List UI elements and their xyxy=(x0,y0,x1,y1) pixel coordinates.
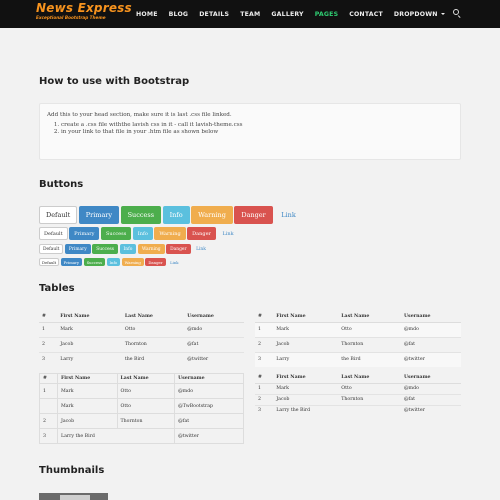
howto-box: Add this to your head section, make sure… xyxy=(39,103,461,160)
table-row: 3 Larry the Bird @twitter xyxy=(255,351,461,367)
table-header: # First Name Last Name Username xyxy=(255,312,461,323)
buttons-large-row: Default Primary Success Info Warning Danger Li… xyxy=(39,206,304,224)
danger-button[interactable]: Danger xyxy=(145,258,166,266)
buttons-small-row: Default Primary Success Info Warning Danger Li… xyxy=(39,244,211,254)
table-row: 1 Mark Otto @mdo xyxy=(39,383,244,399)
nav-details[interactable]: DETAILS xyxy=(199,11,229,18)
striped-table: # First Name Last Name Username 1 Mark Otto @m… xyxy=(255,312,461,367)
tables-title: Tables xyxy=(39,283,75,294)
table-row: 1 Mark Otto @mdo xyxy=(39,321,244,337)
table-row: 1 Mark Otto @mdo xyxy=(255,382,461,394)
main-nav: HOME BLOG DETAILS TEAM GALLERY PAGES CON… xyxy=(136,0,456,28)
success-button[interactable]: Success xyxy=(120,206,162,224)
default-button[interactable]: Default xyxy=(39,244,64,254)
default-button[interactable]: Default xyxy=(39,206,78,224)
nav-team[interactable]: TEAM xyxy=(240,11,260,18)
table-row: 2 Jacob Thornton @fat xyxy=(39,413,244,429)
buttons-medium-row: Default Primary Success Info Warning Danger Li… xyxy=(39,227,240,240)
howto-intro: Add this to your head section, make sure… xyxy=(47,112,232,118)
table-row: 2 Jacob Thornton @fat xyxy=(39,336,244,352)
warning-button[interactable]: Warning xyxy=(121,258,144,266)
condensed-table: # First Name Last Name Username 1 Mark Otto @m… xyxy=(255,373,461,416)
navbar: News Express Exceptional Bootstrap Theme… xyxy=(0,0,500,28)
bordered-table: # First Name Last Name Username 1 Mark Otto @m… xyxy=(39,373,244,444)
basic-table: # First Name Last Name Username 1 Mark Otto @m… xyxy=(39,312,244,367)
howto-title: How to use with Bootstrap xyxy=(39,76,190,87)
table-row: 1 Mark Otto @mdo xyxy=(255,321,461,337)
howto-steps: create a .css file withthe lavish css in… xyxy=(47,122,453,136)
brand-logo[interactable]: News Express Exceptional Bootstrap Theme xyxy=(36,2,132,21)
primary-button[interactable]: Primary xyxy=(69,227,100,240)
info-button[interactable]: Info xyxy=(119,244,137,254)
nav-home[interactable]: HOME xyxy=(136,11,158,18)
default-button[interactable]: Default xyxy=(39,258,60,266)
success-button[interactable]: Success xyxy=(92,244,119,254)
primary-button[interactable]: Primary xyxy=(64,244,91,254)
nav-gallery[interactable]: GALLERY xyxy=(271,11,303,18)
success-button[interactable]: Success xyxy=(100,227,132,240)
warning-button[interactable]: Warning xyxy=(137,244,165,254)
warning-button[interactable]: Warning xyxy=(191,206,233,224)
link-button[interactable]: Link xyxy=(274,206,303,224)
table-row: 2 Jacob Thornton @fat xyxy=(255,393,461,405)
table-header: # First Name Last Name Username xyxy=(255,373,461,384)
danger-button[interactable]: Danger xyxy=(166,244,191,254)
link-button[interactable]: Link xyxy=(217,227,238,240)
table-row: 3 Larry the Bird @twitter xyxy=(255,404,461,416)
brand-title: News Express xyxy=(36,1,132,15)
thumbnails-title: Thumbnails xyxy=(39,465,105,476)
nav-dropdown-label: DROPDOWN xyxy=(393,10,438,18)
default-button[interactable]: Default xyxy=(39,227,68,240)
table-header: # First Name Last Name Username xyxy=(39,312,244,323)
table-row: 3 Larry the Bird @twitter xyxy=(39,428,244,444)
info-button[interactable]: Info xyxy=(132,227,153,240)
brand-subtitle: Exceptional Bootstrap Theme xyxy=(36,15,106,20)
danger-button[interactable]: Danger xyxy=(187,227,216,240)
nav-blog[interactable]: BLOG xyxy=(169,11,189,18)
danger-button[interactable]: Danger xyxy=(234,206,273,224)
thumbnail-image-highlight xyxy=(60,495,90,500)
warning-button[interactable]: Warning xyxy=(154,227,186,240)
success-button[interactable]: Success xyxy=(83,258,106,266)
table-row: 3 Larry the Bird @twitter xyxy=(39,351,244,367)
nav-pages[interactable]: PAGES xyxy=(315,11,339,18)
info-button[interactable]: Info xyxy=(162,206,190,224)
nav-contact[interactable]: CONTACT xyxy=(349,11,383,18)
howto-step: create a .css file withthe lavish css in… xyxy=(61,122,453,128)
howto-step: in your link to that file in your .htm f… xyxy=(61,129,453,135)
buttons-xsmall-row: Default Primary Success Info Warning Danger Li… xyxy=(39,258,183,266)
search-icon[interactable] xyxy=(453,9,462,19)
table-header: # First Name Last Name Username xyxy=(39,373,244,384)
primary-button[interactable]: Primary xyxy=(78,206,120,224)
buttons-title: Buttons xyxy=(39,179,84,190)
info-button[interactable]: Info xyxy=(106,258,121,266)
table-row: Mark Otto @TwBootstrap xyxy=(39,398,244,414)
link-button[interactable]: Link xyxy=(192,244,210,254)
caret-down-icon xyxy=(440,12,445,15)
table-row: 2 Jacob Thornton @fat xyxy=(255,336,461,352)
primary-button[interactable]: Primary xyxy=(60,258,83,266)
link-button[interactable]: Link xyxy=(167,258,181,266)
nav-dropdown[interactable]: DROPDOWN xyxy=(394,11,445,18)
